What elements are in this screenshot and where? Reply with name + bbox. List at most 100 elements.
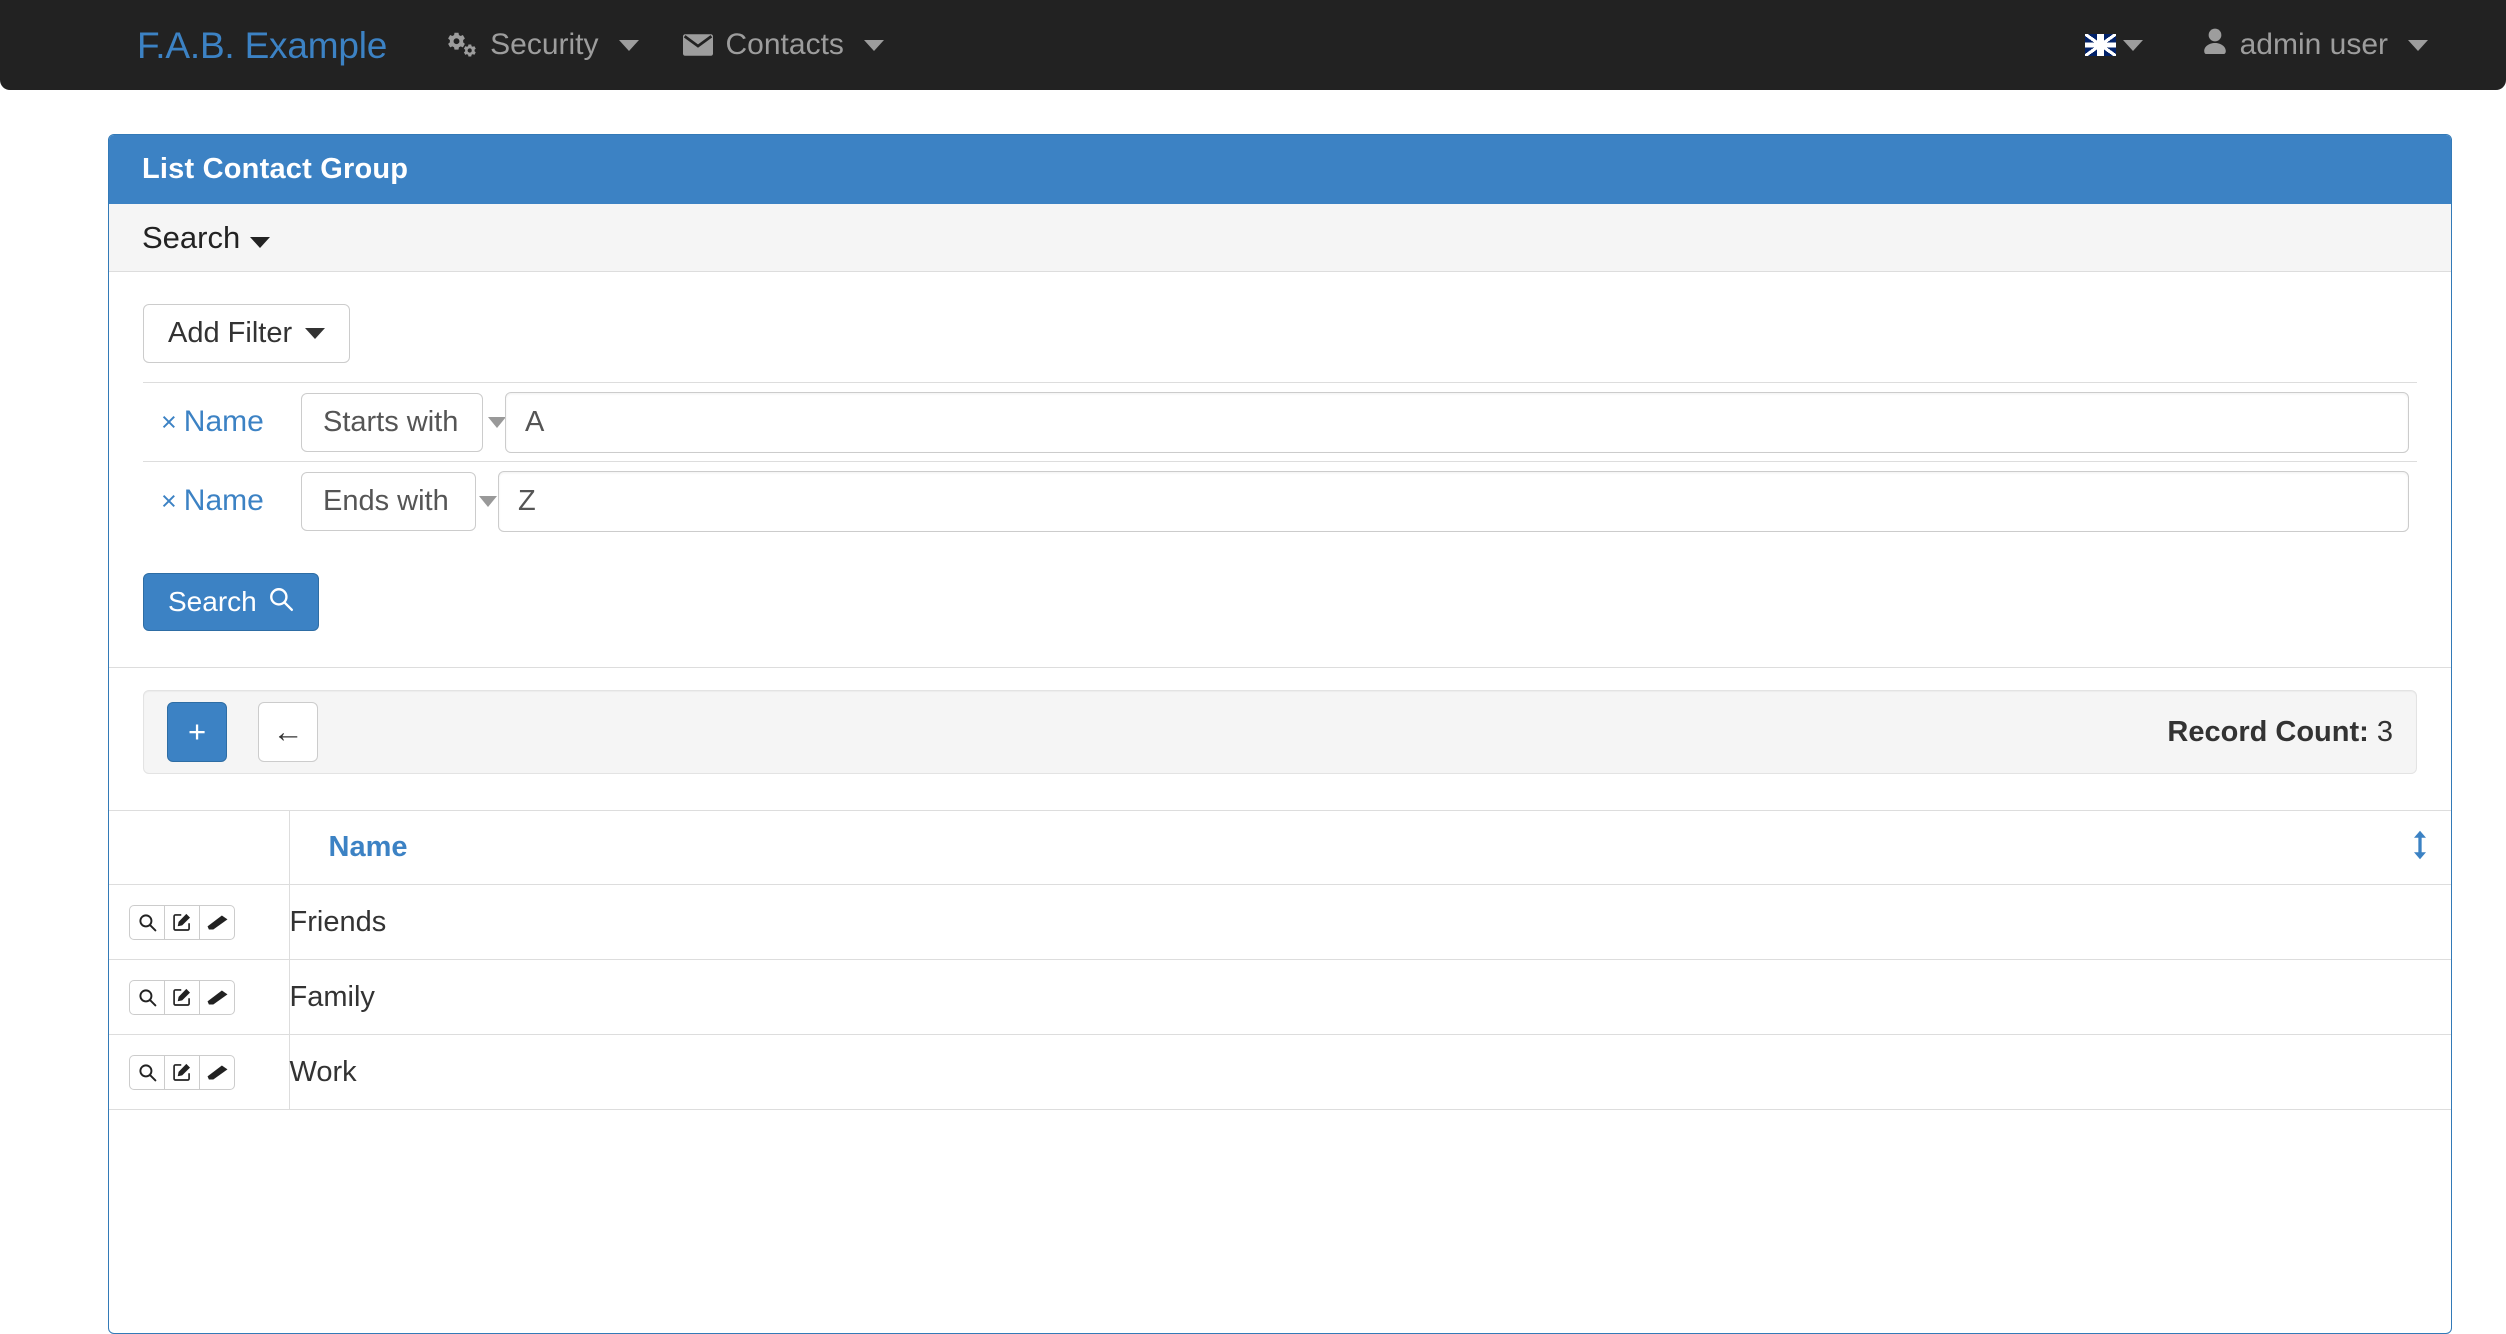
plus-icon: + bbox=[188, 714, 206, 750]
toolbar-actions: + ← bbox=[167, 702, 318, 762]
row-name-value: Friends bbox=[290, 906, 387, 939]
table-head: Name bbox=[109, 811, 2451, 885]
sort-updown-icon[interactable] bbox=[2409, 830, 2431, 866]
nav-item-security[interactable]: Security bbox=[425, 28, 660, 62]
brand-link[interactable]: F.A.B. Example bbox=[137, 27, 387, 64]
search-submit-wrap: Search bbox=[143, 540, 2417, 667]
envelope-icon bbox=[683, 33, 713, 57]
filter-value-cell bbox=[498, 471, 2417, 532]
user-icon bbox=[2203, 28, 2227, 63]
records-table-wrap: Name bbox=[109, 810, 2451, 1110]
record-count-label: Record Count: bbox=[2167, 716, 2368, 748]
search-toggle[interactable]: Search bbox=[142, 220, 270, 256]
panel-heading: List Contact Group bbox=[109, 135, 2451, 204]
chevron-down-icon bbox=[864, 40, 884, 51]
filter-operator-select[interactable]: Ends with bbox=[301, 472, 476, 531]
navbar-menu: Security Contacts bbox=[425, 28, 906, 62]
row-actions-group bbox=[129, 905, 235, 940]
search-icon bbox=[268, 586, 294, 619]
table-body: Friends bbox=[109, 885, 2451, 1110]
edit-icon[interactable] bbox=[164, 1055, 200, 1090]
delete-icon[interactable] bbox=[199, 1055, 235, 1090]
filter-operator-cell: Starts with bbox=[301, 393, 505, 452]
remove-filter-button[interactable]: ×Name bbox=[161, 405, 264, 439]
table-header-actions bbox=[109, 811, 289, 885]
table-row: Friends bbox=[109, 885, 2451, 960]
add-filter-button[interactable]: Add Filter bbox=[143, 304, 350, 363]
nav-item-security-label: Security bbox=[490, 28, 598, 62]
chevron-down-icon bbox=[479, 496, 497, 507]
filter-list: ×Name Starts with ×Name bbox=[143, 382, 2417, 540]
row-actions-group bbox=[129, 980, 235, 1015]
filter-operator-value: Ends with bbox=[323, 485, 449, 518]
table-header-name: Name bbox=[289, 811, 2451, 885]
list-toolbar: + ← Record Count: 3 bbox=[143, 690, 2417, 774]
filter-field-cell: ×Name bbox=[143, 405, 301, 439]
delete-icon[interactable] bbox=[199, 980, 235, 1015]
chevron-down-icon bbox=[488, 417, 506, 428]
row-name-cell: Family bbox=[289, 960, 2451, 1035]
filter-field-label: Name bbox=[184, 405, 264, 438]
row-name-cell: Friends bbox=[289, 885, 2451, 960]
remove-filter-button[interactable]: ×Name bbox=[161, 484, 264, 518]
row-name-value: Work bbox=[290, 1056, 357, 1089]
filter-operator-cell: Ends with bbox=[301, 472, 498, 531]
table-row: Family bbox=[109, 960, 2451, 1035]
row-actions-cell bbox=[109, 885, 289, 960]
nav-item-contacts[interactable]: Contacts bbox=[661, 28, 906, 62]
chevron-down-icon bbox=[250, 237, 270, 248]
filter-value-input[interactable] bbox=[498, 471, 2409, 532]
show-icon[interactable] bbox=[129, 1055, 165, 1090]
filter-field-label: Name bbox=[184, 484, 264, 517]
row-actions-cell bbox=[109, 960, 289, 1035]
page-title: List Contact Group bbox=[142, 153, 408, 186]
filter-field-cell: ×Name bbox=[143, 484, 301, 518]
chevron-down-icon bbox=[619, 40, 639, 51]
arrow-left-icon: ← bbox=[273, 714, 304, 750]
cogs-icon bbox=[447, 30, 477, 60]
filter-row: ×Name Ends with bbox=[143, 461, 2417, 540]
add-record-button[interactable]: + bbox=[167, 702, 227, 762]
delete-icon[interactable] bbox=[199, 905, 235, 940]
table-row: Work bbox=[109, 1035, 2451, 1110]
row-actions-cell bbox=[109, 1035, 289, 1110]
record-count-value: 3 bbox=[2377, 716, 2393, 748]
chevron-down-icon bbox=[2408, 40, 2428, 51]
search-submit-label: Search bbox=[168, 586, 257, 618]
filter-operator-select[interactable]: Starts with bbox=[301, 393, 483, 452]
top-navbar: F.A.B. Example Security Contacts bbox=[0, 0, 2506, 90]
close-icon: × bbox=[161, 486, 177, 516]
row-actions-group bbox=[129, 1055, 235, 1090]
toolbar-wrap: + ← Record Count: 3 bbox=[109, 668, 2451, 774]
chevron-down-icon bbox=[305, 328, 325, 339]
user-menu[interactable]: admin user bbox=[2157, 28, 2446, 63]
uk-flag-icon bbox=[2085, 34, 2116, 56]
edit-icon[interactable] bbox=[164, 980, 200, 1015]
chevron-down-icon bbox=[2123, 40, 2143, 51]
show-icon[interactable] bbox=[129, 905, 165, 940]
row-name-cell: Work bbox=[289, 1035, 2451, 1110]
column-sort-name[interactable]: Name bbox=[310, 831, 408, 864]
list-contact-group-panel: List Contact Group Search Add Filter ×Na… bbox=[108, 134, 2452, 1334]
search-submit-button[interactable]: Search bbox=[143, 573, 319, 631]
filter-operator-value: Starts with bbox=[323, 406, 458, 439]
table-header-row: Name bbox=[109, 811, 2451, 885]
back-button[interactable]: ← bbox=[258, 702, 318, 762]
filter-row: ×Name Starts with bbox=[143, 382, 2417, 461]
navbar-right: admin user bbox=[2071, 0, 2506, 90]
search-toggle-bar: Search bbox=[109, 204, 2451, 272]
filter-value-cell bbox=[505, 392, 2417, 453]
add-filter-label: Add Filter bbox=[168, 317, 292, 350]
row-name-value: Family bbox=[290, 981, 375, 1014]
search-toggle-label: Search bbox=[142, 220, 240, 256]
edit-icon[interactable] bbox=[164, 905, 200, 940]
records-table: Name bbox=[109, 810, 2451, 1110]
record-count: Record Count: 3 bbox=[2167, 716, 2393, 749]
user-menu-label: admin user bbox=[2240, 28, 2388, 62]
filter-value-input[interactable] bbox=[505, 392, 2409, 453]
nav-item-contacts-label: Contacts bbox=[726, 28, 844, 62]
language-selector[interactable] bbox=[2071, 34, 2157, 56]
search-form: Add Filter ×Name Starts with bbox=[109, 272, 2451, 667]
show-icon[interactable] bbox=[129, 980, 165, 1015]
close-icon: × bbox=[161, 407, 177, 437]
